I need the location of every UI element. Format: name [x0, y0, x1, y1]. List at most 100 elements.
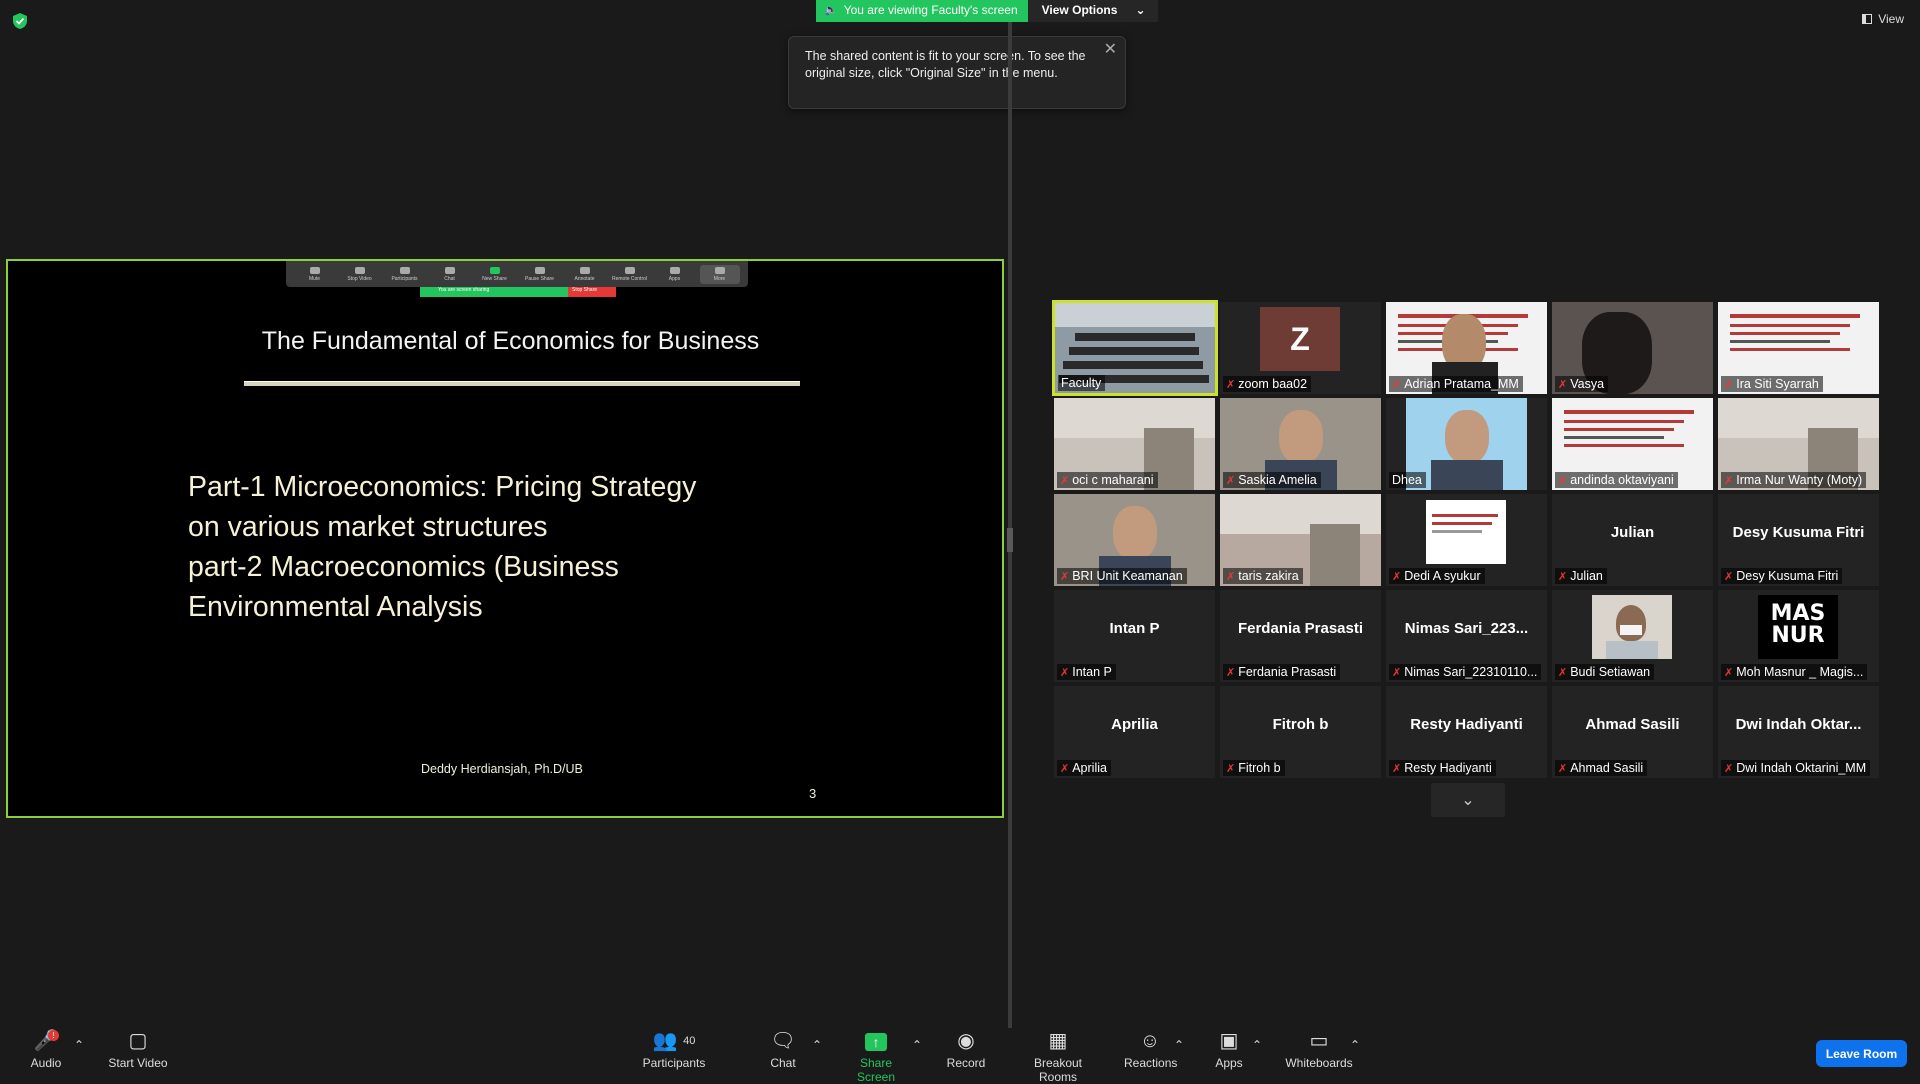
mic-muted-icon: ✗ — [1226, 762, 1236, 775]
tooltip-text: The shared content is fit to your screen… — [805, 49, 1086, 80]
reactions-button[interactable]: ☺ Reactions — [1124, 1030, 1177, 1070]
participant-tile[interactable]: Resty Hadiyanti ✗ Resty Hadiyanti — [1386, 686, 1547, 778]
share-options-caret[interactable]: ⌃ — [912, 1038, 922, 1052]
participant-name-tag: ✗ Julian — [1555, 568, 1607, 584]
participant-tile[interactable]: Fitroh b ✗ Fitroh b — [1220, 686, 1381, 778]
encryption-shield-icon[interactable] — [12, 12, 28, 30]
shared-sharing-text: You are screen sharing — [420, 287, 568, 297]
participant-tile[interactable]: Ferdania Prasasti ✗ Ferdania Prasasti — [1220, 590, 1381, 682]
participant-tile[interactable]: ✗ Ira Siti Syarrah — [1718, 302, 1879, 394]
participant-tile[interactable]: Aprilia ✗ Aprilia — [1054, 686, 1215, 778]
participant-tile[interactable]: Z ✗ zoom baa02 — [1220, 302, 1381, 394]
slide-title: The Fundamental of Economics for Busines… — [261, 327, 760, 355]
participant-name: Fitroh b — [1238, 761, 1281, 775]
chevron-down-icon: ⌄ — [1461, 792, 1475, 809]
chat-options-caret[interactable]: ⌃ — [812, 1038, 822, 1052]
mic-muted-icon: ✗ — [1724, 474, 1734, 487]
participant-name: Aprilia — [1072, 761, 1107, 775]
participants-label: Participants — [642, 1056, 706, 1070]
participant-tile[interactable]: Ahmad Sasili ✗ Ahmad Sasili — [1552, 686, 1713, 778]
audio-label: Audio — [30, 1056, 62, 1070]
participant-tile[interactable]: ✗ taris zakira — [1220, 494, 1381, 586]
shared-toolbar-item: Participants — [385, 266, 425, 282]
apps-button[interactable]: ▣ Apps — [1214, 1030, 1244, 1070]
participant-tile[interactable]: ✗ Adrian Pratama_MM — [1386, 302, 1547, 394]
shared-toolbar-label: Annotate — [574, 275, 595, 282]
view-button[interactable]: View — [1862, 12, 1904, 26]
participants-icon: 👥 40 — [652, 1030, 696, 1052]
participant-tile[interactable]: ✗ Dedi A syukur — [1386, 494, 1547, 586]
participant-name-tag: ✗ Fitroh b — [1223, 760, 1285, 776]
participant-tile[interactable]: Desy Kusuma Fitri ✗ Desy Kusuma Fitri — [1718, 494, 1879, 586]
shared-toolbar-label: Pause Share — [525, 275, 554, 282]
participant-tile[interactable]: Faculty — [1052, 300, 1218, 396]
participant-logo: MAS NUR — [1758, 595, 1838, 659]
viewing-indicator: 🔈 You are viewing Faculty's screen — [816, 0, 1028, 22]
participant-tile[interactable]: MAS NUR ✗ Moh Masnur _ Magis... — [1718, 590, 1879, 682]
audio-warning-badge: ! — [48, 1030, 59, 1041]
participant-tile[interactable]: Intan P ✗ Intan P — [1054, 590, 1215, 682]
participant-name-tag: ✗ Aprilia — [1057, 760, 1111, 776]
participant-display-name: Aprilia — [1111, 716, 1158, 733]
breakout-rooms-button[interactable]: ▦ Breakout Rooms — [1014, 1030, 1102, 1084]
participant-tile[interactable]: ✗ Budi Setiawan — [1552, 590, 1713, 682]
participant-tile[interactable]: Dhea — [1386, 398, 1547, 490]
share-screen-icon: ↑ — [840, 1030, 912, 1052]
divider-drag-handle[interactable] — [1007, 528, 1013, 552]
leave-room-button[interactable]: Leave Room — [1816, 1040, 1907, 1067]
shared-toolbar-icon — [354, 266, 365, 274]
shared-toolbar-label: Remote Control — [611, 275, 647, 282]
start-video-label: Start Video — [108, 1056, 168, 1070]
close-icon[interactable]: ✕ — [1104, 41, 1117, 58]
mic-muted-icon: ✗ — [1558, 762, 1568, 775]
video-feed — [1426, 500, 1506, 564]
shared-toolbar-item: New Share — [475, 266, 515, 282]
shared-toolbar-icon — [489, 266, 500, 274]
participant-tile[interactable]: Nimas Sari_223... ✗ Nimas Sari_22310110... — [1386, 590, 1547, 682]
audio-button[interactable]: 🎤 ! Audio — [26, 1030, 66, 1070]
chat-button[interactable]: 🗨 Chat — [766, 1030, 800, 1070]
record-button[interactable]: ◉ Record — [946, 1030, 986, 1070]
participant-name: Ira Siti Syarrah — [1736, 377, 1819, 391]
mic-muted-icon: ✗ — [1392, 378, 1402, 391]
participant-name-tag: ✗ Desy Kusuma Fitri — [1721, 568, 1843, 584]
audio-options-caret[interactable]: ⌃ — [74, 1038, 84, 1052]
participant-name: Resty Hadiyanti — [1404, 761, 1492, 775]
participant-name: oci c maharani — [1072, 473, 1154, 487]
split-divider[interactable] — [1008, 22, 1012, 1028]
share-screen-button[interactable]: ↑ Share Screen — [840, 1030, 912, 1084]
participant-name-tag: ✗ Resty Hadiyanti — [1389, 760, 1496, 776]
participant-name-tag: ✗ Vasya — [1555, 376, 1609, 392]
apps-options-caret[interactable]: ⌃ — [1252, 1038, 1262, 1052]
participant-tile[interactable]: ✗ andinda oktaviyani — [1552, 398, 1713, 490]
chat-label: Chat — [770, 1056, 796, 1070]
mic-muted-icon: ✗ — [1392, 570, 1402, 583]
participant-tile[interactable]: Dwi Indah Oktar... ✗ Dwi Indah Oktarini_MM — [1718, 686, 1879, 778]
participant-tile[interactable]: ✗ Saskia Amelia — [1220, 398, 1381, 490]
participant-display-name: Resty Hadiyanti — [1410, 716, 1523, 733]
mic-muted-icon: ✗ — [1060, 570, 1070, 583]
participant-tile[interactable]: Julian ✗ Julian — [1552, 494, 1713, 586]
participant-tile[interactable]: ✗ BRI Unit Keamanan — [1054, 494, 1215, 586]
shared-toolbar-icon — [624, 266, 635, 274]
view-options-button[interactable]: View Options ⌄ — [1027, 0, 1158, 22]
participant-tile[interactable]: ✗ Vasya — [1552, 302, 1713, 394]
participant-name-tag: ✗ Saskia Amelia — [1223, 472, 1321, 488]
participant-tile[interactable]: ✗ oci c maharani — [1054, 398, 1215, 490]
participant-name-tag: ✗ Nimas Sari_22310110... — [1389, 664, 1542, 680]
shared-toolbar-label: Apps — [668, 275, 681, 282]
reactions-options-caret[interactable]: ⌃ — [1174, 1038, 1184, 1052]
gallery-next-page-button[interactable]: ⌄ — [1431, 783, 1505, 817]
participant-name: Dedi A syukur — [1404, 569, 1481, 583]
whiteboards-button[interactable]: ▭ Whiteboards — [1284, 1030, 1354, 1070]
whiteboards-label: Whiteboards — [1285, 1056, 1353, 1070]
start-video-button[interactable]: ▢ Start Video — [106, 1030, 170, 1070]
mic-muted-icon: ✗ — [1060, 666, 1070, 679]
participant-name-tag: ✗ Dwi Indah Oktarini_MM — [1721, 760, 1871, 776]
whiteboards-options-caret[interactable]: ⌃ — [1350, 1038, 1360, 1052]
participant-display-name: Fitroh b — [1272, 716, 1329, 733]
participant-tile[interactable]: ✗ Irma Nur Wanty (Moty) — [1718, 398, 1879, 490]
participants-button[interactable]: 👥 40 Participants — [640, 1030, 708, 1070]
slide-body-line: Part-1 Microeconomics: Pricing Strategy — [188, 471, 697, 503]
participant-name-tag: ✗ Adrian Pratama_MM — [1389, 376, 1523, 392]
